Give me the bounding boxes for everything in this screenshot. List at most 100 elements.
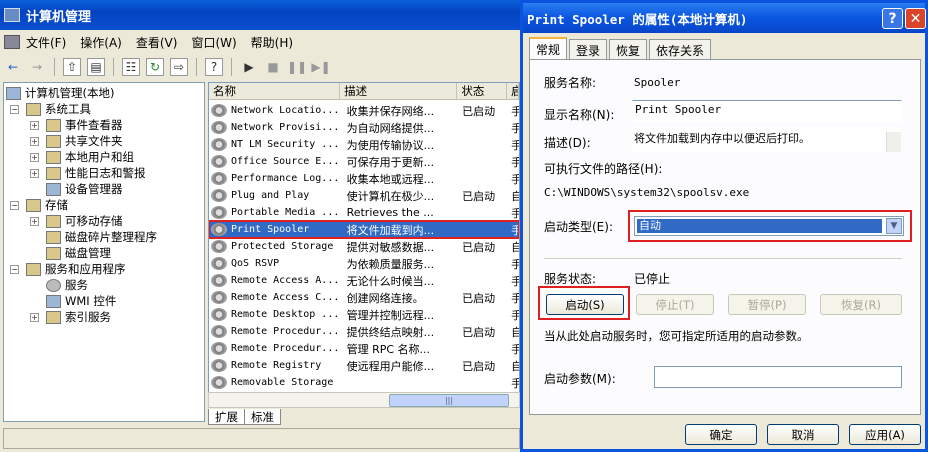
tree-item-local-users[interactable]: 本地用户和组 [46, 149, 134, 165]
show-tree-icon[interactable]: ▤ [87, 58, 105, 76]
tab-recovery[interactable]: 恢复 [609, 39, 648, 59]
tab-dependencies[interactable]: 依存关系 [649, 39, 712, 59]
stop-service-icon[interactable]: ■ [264, 58, 282, 76]
table-row[interactable]: Remote Procedur... 提供终结点映射... 已启动自 [209, 323, 519, 340]
service-gear-icon [211, 342, 227, 355]
table-row[interactable]: Print Spooler 将文件加载到内... 手 [209, 220, 519, 239]
properties-dialog: Print Spooler 的属性(本地计算机) ? ✕ 常规 登录 恢复 依存… [520, 0, 928, 452]
tree-item-computer-management[interactable]: 计算机管理(本地) [6, 85, 114, 101]
tree-item-defrag[interactable]: 磁盘碎片整理程序 [46, 229, 157, 245]
tree-label: 计算机管理(本地) [25, 86, 115, 100]
service-name: Removable Storage [231, 377, 334, 388]
cancel-button[interactable]: 取消 [767, 424, 839, 445]
display-name-label: 显示名称(N): [544, 108, 615, 122]
table-row[interactable]: Remote Access C... 创建网络连接。 已启动手 [209, 289, 519, 306]
help-icon[interactable]: ? [205, 58, 223, 76]
service-description: 使计算机在极少... [346, 189, 435, 203]
table-row[interactable]: Network Provisi... 为自动网络提供... 手 [209, 119, 519, 136]
service-name: Remote Access C... [231, 292, 340, 303]
stop-button[interactable]: 停止(T) [636, 294, 714, 315]
ok-button[interactable]: 确定 [685, 424, 757, 445]
table-row[interactable]: Plug and Play 使计算机在极少... 已启动自 [209, 187, 519, 204]
export-list-icon[interactable]: ⇨ [170, 58, 188, 76]
collapse-icon[interactable]: − [10, 201, 19, 210]
expand-icon[interactable]: + [30, 137, 39, 146]
menu-action[interactable]: 操作(A) [80, 34, 122, 51]
tree-item-performance-logs[interactable]: 性能日志和警报 [46, 165, 146, 181]
tree-item-services-apps[interactable]: 服务和应用程序 [26, 261, 126, 277]
tree-item-services[interactable]: 服务 [46, 277, 88, 293]
column-name[interactable]: 名称 [209, 83, 341, 99]
tree-item-wmi[interactable]: WMI 控件 [46, 293, 116, 309]
properties-icon[interactable]: ☷ [122, 58, 140, 76]
table-row[interactable]: Office Source E... 可保存用于更新... 手 [209, 153, 519, 170]
description-field[interactable]: 将文件加载到内存中以便迟后打印。 [632, 128, 900, 152]
tree-item-indexing[interactable]: 索引服务 [46, 309, 111, 325]
tab-logon[interactable]: 登录 [569, 39, 608, 59]
expand-icon[interactable]: + [30, 217, 39, 226]
menu-file[interactable]: 文件(F) [26, 34, 66, 51]
removable-storage-icon [46, 214, 61, 228]
back-arrow-icon[interactable]: ← [4, 58, 22, 76]
table-row[interactable]: Remote Procedur... 管理 RPC 名称... 手 [209, 340, 519, 357]
tree-label: 服务和应用程序 [45, 262, 126, 276]
table-row[interactable]: Protected Storage 提供对敏感数据... 已启动自 [209, 238, 519, 255]
refresh-icon[interactable]: ↻ [146, 58, 164, 76]
expand-icon[interactable]: + [30, 121, 39, 130]
startup-type-select[interactable]: 自动 ▼ [634, 216, 904, 236]
table-row[interactable]: Portable Media ... Retrieves the ... 手 [209, 204, 519, 221]
table-row[interactable]: Removable Storage 手 [209, 374, 519, 391]
menu-help[interactable]: 帮助(H) [251, 34, 293, 51]
tree-item-event-viewer[interactable]: 事件查看器 [46, 117, 123, 133]
start-button[interactable]: 启动(S) [546, 294, 624, 315]
table-row[interactable]: QoS RSVP 为依赖质量服务... 手 [209, 255, 519, 272]
table-row[interactable]: Performance Log... 收集本地或远程... 手 [209, 170, 519, 187]
start-service-icon[interactable]: ▶ [240, 58, 258, 76]
expand-icon[interactable]: + [30, 169, 39, 178]
up-folder-icon[interactable]: ⇧ [63, 58, 81, 76]
column-description[interactable]: 描述 [340, 83, 458, 99]
close-button[interactable]: ✕ [905, 8, 926, 29]
collapse-icon[interactable]: − [10, 265, 19, 274]
tree-item-system-tools[interactable]: 系统工具 [26, 101, 91, 117]
menu-view[interactable]: 查看(V) [136, 34, 178, 51]
console-icon[interactable] [4, 35, 20, 49]
scroll-thumb[interactable]: ||| [389, 394, 509, 407]
service-description: 使远程用户能修... [346, 359, 435, 373]
resume-button[interactable]: 恢复(R) [820, 294, 902, 315]
description-scrollbar[interactable] [886, 132, 901, 152]
menu-window[interactable]: 窗口(W) [191, 34, 236, 51]
column-status[interactable]: 状态 [457, 83, 508, 99]
dialog-titlebar[interactable]: Print Spooler 的属性(本地计算机) [523, 3, 925, 33]
tab-extended[interactable]: 扩展 [208, 409, 245, 425]
service-description: Retrieves the ... [346, 206, 434, 219]
start-params-input[interactable] [654, 366, 902, 388]
disk-icon [46, 246, 61, 260]
tab-general[interactable]: 常规 [529, 37, 568, 59]
chevron-down-icon[interactable]: ▼ [886, 218, 902, 234]
tab-standard[interactable]: 标准 [244, 409, 281, 425]
help-button[interactable]: ? [882, 8, 903, 29]
horizontal-scrollbar[interactable]: ||| [208, 392, 520, 408]
pause-button[interactable]: 暂停(P) [728, 294, 806, 315]
table-row[interactable]: Remote Registry 使远程用户能修... 已启动自 [209, 357, 519, 374]
tree-item-storage[interactable]: 存储 [26, 197, 68, 213]
expand-icon[interactable]: + [30, 313, 39, 322]
column-startup[interactable]: 启 [507, 83, 519, 99]
expand-icon[interactable]: + [30, 153, 39, 162]
tree-item-device-manager[interactable]: 设备管理器 [46, 181, 123, 197]
table-row[interactable]: NT LM Security ... 为使用传输协议... 手 [209, 136, 519, 153]
tree-item-disk-management[interactable]: 磁盘管理 [46, 245, 111, 261]
display-name-field[interactable]: Print Spooler [632, 100, 902, 122]
service-description: 为依赖质量服务... [346, 257, 435, 271]
collapse-icon[interactable]: − [10, 105, 19, 114]
table-row[interactable]: Remote Desktop ... 管理并控制远程... 手 [209, 306, 519, 323]
forward-arrow-icon[interactable]: → [28, 58, 46, 76]
table-row[interactable]: Network Locatio... 收集并保存网络... 已启动手 [209, 102, 519, 119]
tree-item-removable-storage[interactable]: 可移动存储 [46, 213, 123, 229]
pause-service-icon[interactable]: ❚❚ [287, 58, 307, 76]
restart-service-icon[interactable]: ▶❚ [311, 58, 330, 76]
tree-item-shared-folders[interactable]: 共享文件夹 [46, 133, 123, 149]
table-row[interactable]: Remote Access A... 无论什么时候当... 手 [209, 272, 519, 289]
apply-button[interactable]: 应用(A) [849, 424, 921, 445]
